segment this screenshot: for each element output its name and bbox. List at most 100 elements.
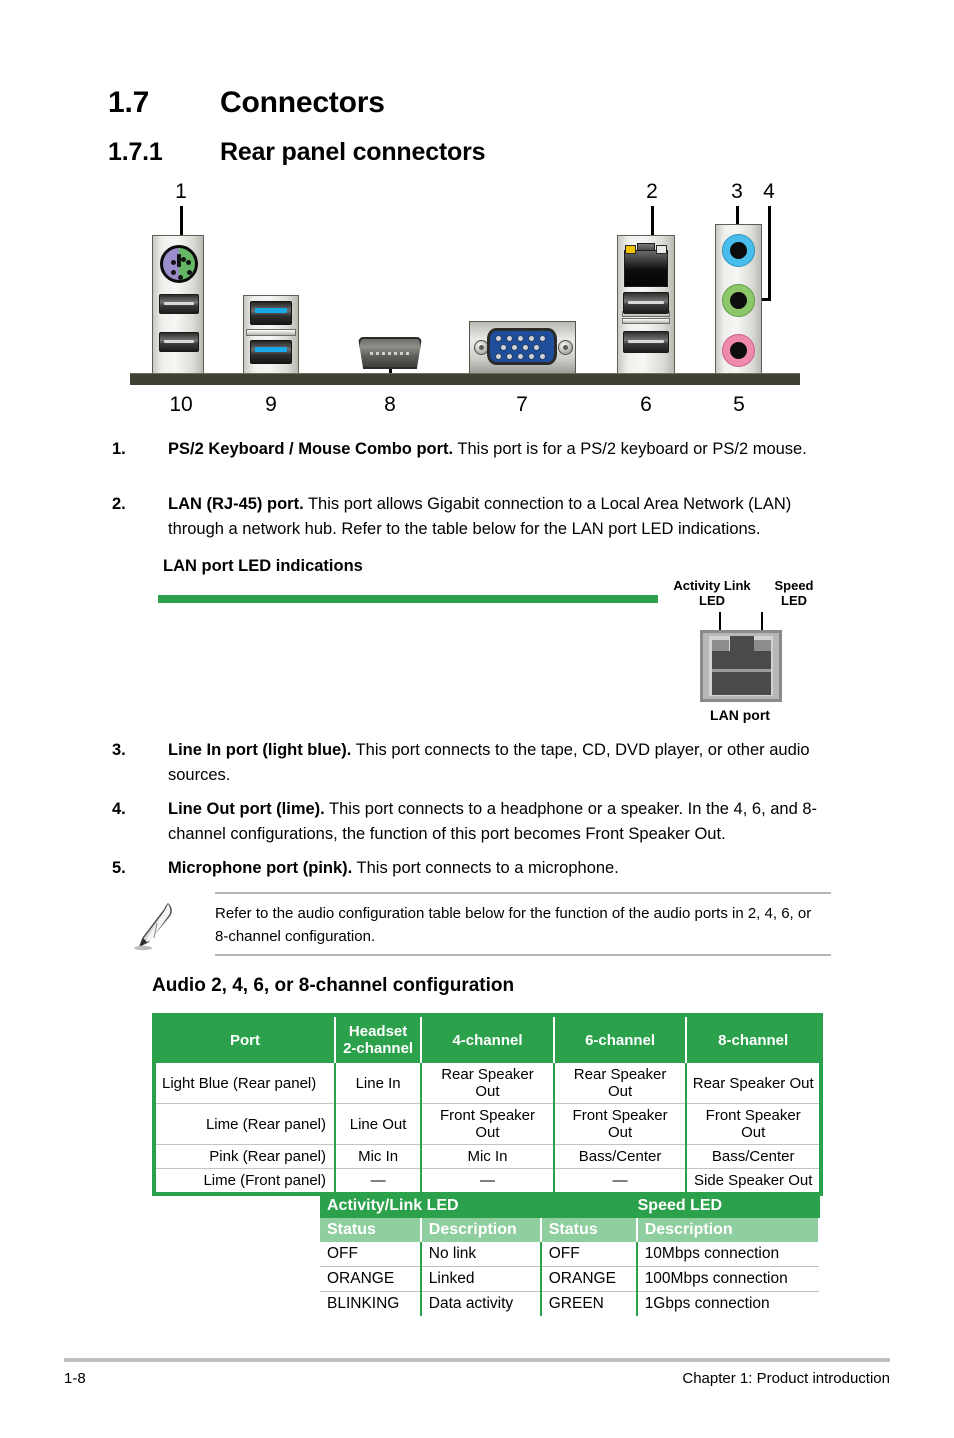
subsection-number: 1.7.1 [108, 138, 163, 166]
vga-pin [528, 335, 535, 342]
table-subheader-row: Status Description Status Description [320, 1218, 821, 1242]
subheader-status-activity: Status [320, 1218, 422, 1242]
connector-item-5: 5. Microphone port (pink). This port con… [112, 856, 842, 881]
subheader-description-speed: Description [636, 1218, 821, 1242]
vga-pin [517, 353, 524, 360]
cell-activity-status: OFF [320, 1242, 422, 1267]
header-port: Port [156, 1017, 336, 1063]
cell-activity-status: ORANGE [320, 1266, 422, 1292]
item-number: 3. [112, 741, 126, 759]
connector-item-4: 4. Line Out port (lime). This port conne… [112, 797, 842, 847]
header-8-channel: 8-channel [686, 1017, 819, 1063]
callout-number-3: 3 [731, 180, 743, 203]
ps2-pin [181, 257, 186, 262]
callout-number-1: 1 [175, 180, 187, 203]
cell-4channel: Rear Speaker Out [421, 1063, 555, 1104]
cell-8channel: Front Speaker Out [686, 1103, 819, 1145]
lan-speed-led [656, 245, 667, 254]
vga-pin [495, 335, 502, 342]
lan-led-table-container: Activity/Link LED Speed LED Status Descr… [158, 595, 821, 1316]
cell-port: Light Blue (Rear panel) [156, 1063, 336, 1104]
table-header-group-row: Activity/Link LED Speed LED [320, 1194, 821, 1218]
ps2-keyway [177, 253, 181, 268]
item-number: 5. [112, 859, 126, 877]
leader-line-4-vertical [768, 206, 771, 300]
item-term: LAN (RJ-45) port. [168, 495, 304, 513]
usb-3-port-icon [250, 340, 292, 364]
table-row: BLINKING Data activity GREEN 1Gbps conne… [320, 1291, 819, 1316]
item-body: PS/2 Keyboard / Mouse Combo port. This p… [168, 437, 842, 462]
usb-2-port-icon [623, 292, 669, 314]
item-body: Line Out port (lime). This port connects… [168, 797, 842, 847]
cell-4channel: — [421, 1168, 555, 1192]
callout-number-10: 10 [169, 393, 193, 416]
item-number: 1. [112, 440, 126, 458]
vga-port-icon [487, 328, 557, 365]
usb-tongue [628, 300, 664, 304]
callout-number-4: 4 [763, 180, 775, 203]
table-header-row: Port Headset 2-channel 4-channel 6-chann… [156, 1017, 819, 1063]
callout-number-8: 8 [384, 393, 396, 416]
cell-speed-description: 1Gbps connection [644, 1295, 770, 1312]
ps2-combo-port-icon [160, 245, 198, 283]
cell-6channel: Front Speaker Out [553, 1103, 688, 1145]
footer-rule [64, 1358, 890, 1362]
usb3-bracket [243, 295, 299, 374]
callout-number-7: 7 [516, 393, 528, 416]
jack-hole [730, 292, 747, 309]
callout-number-9: 9 [265, 393, 277, 416]
lan-port-illustration: Activity Link LED Speed LED LAN port [668, 578, 843, 726]
ps2-pin [171, 270, 176, 275]
footer-page-number: 1-8 [64, 1370, 86, 1387]
lan-led-table: Activity/Link LED Speed LED Status Descr… [320, 1194, 821, 1316]
cell-6channel: Bass/Center [553, 1144, 688, 1169]
lan-rj45-port-icon [624, 241, 668, 287]
jack-hole [730, 242, 747, 259]
item-term: PS/2 Keyboard / Mouse Combo port. [168, 440, 454, 458]
header-headset-2channel: Headset 2-channel [335, 1017, 423, 1063]
hdmi-pins [370, 352, 410, 355]
microphone-jack-icon [722, 334, 755, 367]
jack-hole [730, 342, 747, 359]
line-out-jack-icon [722, 284, 755, 317]
audio-config-heading: Audio 2, 4, 6, or 8-channel configuratio… [152, 975, 515, 996]
item-text: This port connects to a microphone. [352, 859, 619, 877]
header-headset-line2: 2-channel [343, 1040, 414, 1057]
item-body: Microphone port (pink). This port connec… [168, 856, 842, 881]
cell-6channel: Rear Speaker Out [553, 1063, 688, 1104]
note-text: Refer to the audio configuration table b… [215, 905, 812, 945]
table-row: Lime (Front panel) — — — Side Speaker Ou… [156, 1168, 819, 1192]
ps2-usb-bracket [152, 235, 204, 374]
cell-port: Lime (Front panel) [156, 1168, 336, 1192]
group-header-speed: Speed LED [540, 1194, 821, 1218]
item-number: 4. [112, 800, 126, 818]
item-term: Line In port (light blue). [168, 741, 352, 759]
vga-pin [506, 353, 513, 360]
hdmi-inner [354, 341, 426, 366]
subsection-heading: 1.7.1 Rear panel connectors [108, 138, 486, 167]
speed-label-line1: Speed [774, 578, 814, 593]
cell-port: Lime (Rear panel) [156, 1103, 336, 1145]
item-term: Microphone port (pink). [168, 859, 353, 877]
cell-speed-status: GREEN [540, 1291, 638, 1316]
speed-led-label: Speed LED [762, 578, 826, 608]
cell-speed-status: OFF [540, 1242, 638, 1267]
header-6-channel: 6-channel [553, 1017, 688, 1063]
vga-screw-post [558, 340, 573, 355]
speed-label-line2: LED [781, 593, 807, 608]
activity-link-led-label: Activity Link LED [670, 578, 754, 608]
usb-2-port-icon [159, 294, 199, 314]
usb-tongue [163, 339, 195, 343]
usb-2-port-icon [159, 332, 199, 352]
cell-port: Pink (Rear panel) [156, 1144, 336, 1169]
item-term: Line Out port (lime). [168, 800, 325, 818]
vga-pin [511, 344, 518, 351]
cell-speed-description: 100Mbps connection [636, 1266, 819, 1292]
header-headset-line1: Headset [348, 1023, 408, 1040]
usb3-blue-insert [254, 346, 288, 352]
cell-8channel: Bass/Center [686, 1144, 819, 1169]
section-number: 1.7 [108, 86, 150, 119]
ps2-pin [178, 275, 183, 280]
cell-speed-status: ORANGE [540, 1266, 638, 1292]
cell-activity-description: Data activity [420, 1291, 542, 1316]
